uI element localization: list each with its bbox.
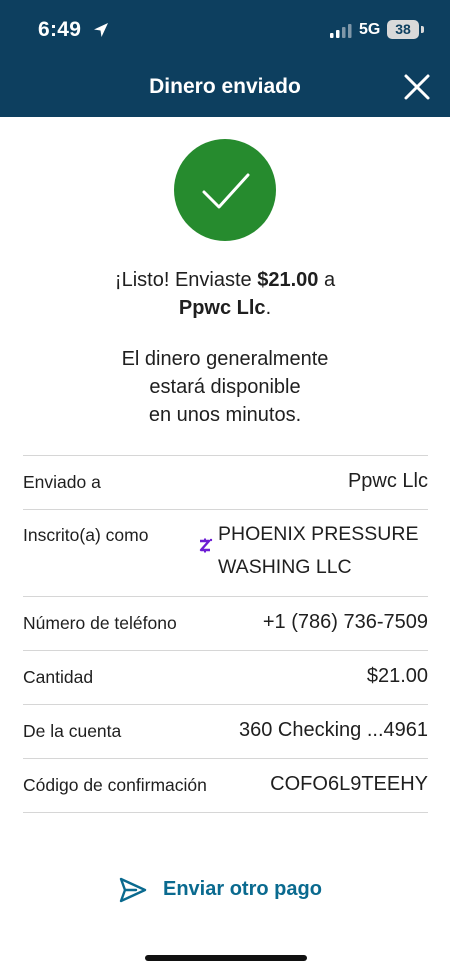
amount-label: Cantidad	[23, 667, 94, 687]
zelle-icon	[199, 538, 213, 553]
close-button[interactable]	[400, 70, 434, 104]
sent-to-label: Enviado a	[23, 472, 101, 492]
sent-confirmation-message: ¡Listo! Enviaste $21.00 a Ppwc Llc.	[40, 266, 410, 322]
status-bar: 6:49 5G 38	[0, 18, 450, 46]
availability-line-2: estará disponible	[149, 376, 301, 398]
detail-row-confirmation-code: Código de confirmación COFO6L9TEEHY	[23, 759, 428, 813]
battery-cap	[421, 26, 424, 33]
send-another-label: Enviar otro pago	[163, 878, 322, 900]
location-arrow-icon	[94, 23, 108, 37]
page-title: Dinero enviado	[149, 75, 301, 98]
phone-label: Número de teléfono	[23, 613, 177, 633]
signal-bars-icon	[330, 24, 352, 38]
detail-row-phone: Número de teléfono +1 (786) 736-7509	[23, 597, 428, 651]
availability-line-3: en unos minutos.	[148, 404, 302, 426]
battery-indicator: 38	[387, 20, 419, 39]
close-icon	[404, 74, 430, 100]
network-type: 5G	[359, 21, 381, 38]
enrolled-as-label: Inscrito(a) como	[23, 525, 149, 545]
enrolled-as-line-2: WASHING LLC	[218, 556, 352, 578]
amount-value: $21.00	[366, 665, 428, 687]
message-middle: a	[318, 269, 336, 291]
recipient-name: Ppwc Llc	[178, 297, 266, 319]
sent-amount: $21.00	[257, 269, 319, 291]
send-arrow-icon	[119, 877, 147, 903]
account-value: 360 Checking ...4961	[238, 719, 428, 741]
checkmark-icon	[202, 173, 250, 209]
enrolled-as-value: PHOENIX PRESSURE WASHING LLC	[218, 518, 418, 584]
enrolled-as-line-1: PHOENIX PRESSURE	[218, 523, 419, 545]
sent-to-value: Ppwc Llc	[347, 470, 428, 492]
header-bar: 6:49 5G 38 Dinero enviado	[0, 0, 450, 117]
phone-value: +1 (786) 736-7509	[262, 611, 428, 633]
message-suffix: .	[265, 297, 272, 319]
detail-row-amount: Cantidad $21.00	[23, 651, 428, 705]
availability-message: El dinero generalmente estará disponible…	[40, 345, 410, 429]
status-time: 6:49	[38, 18, 82, 41]
home-indicator[interactable]	[145, 955, 307, 961]
confirmation-code-value: COFO6L9TEEHY	[270, 773, 428, 795]
success-badge	[174, 139, 276, 241]
detail-row-account: De la cuenta 360 Checking ...4961	[23, 705, 428, 759]
transfer-details: Enviado a Ppwc Llc Inscrito(a) como PHOE…	[23, 455, 428, 813]
detail-row-sent-to: Enviado a Ppwc Llc	[23, 456, 428, 510]
availability-line-1: El dinero generalmente	[121, 348, 329, 370]
detail-row-enrolled-as: Inscrito(a) como PHOENIX PRESSURE WASHIN…	[23, 510, 428, 597]
account-label: De la cuenta	[23, 721, 122, 741]
message-prefix: ¡Listo! Enviaste	[114, 269, 258, 291]
confirmation-code-label: Código de confirmación	[23, 775, 207, 795]
